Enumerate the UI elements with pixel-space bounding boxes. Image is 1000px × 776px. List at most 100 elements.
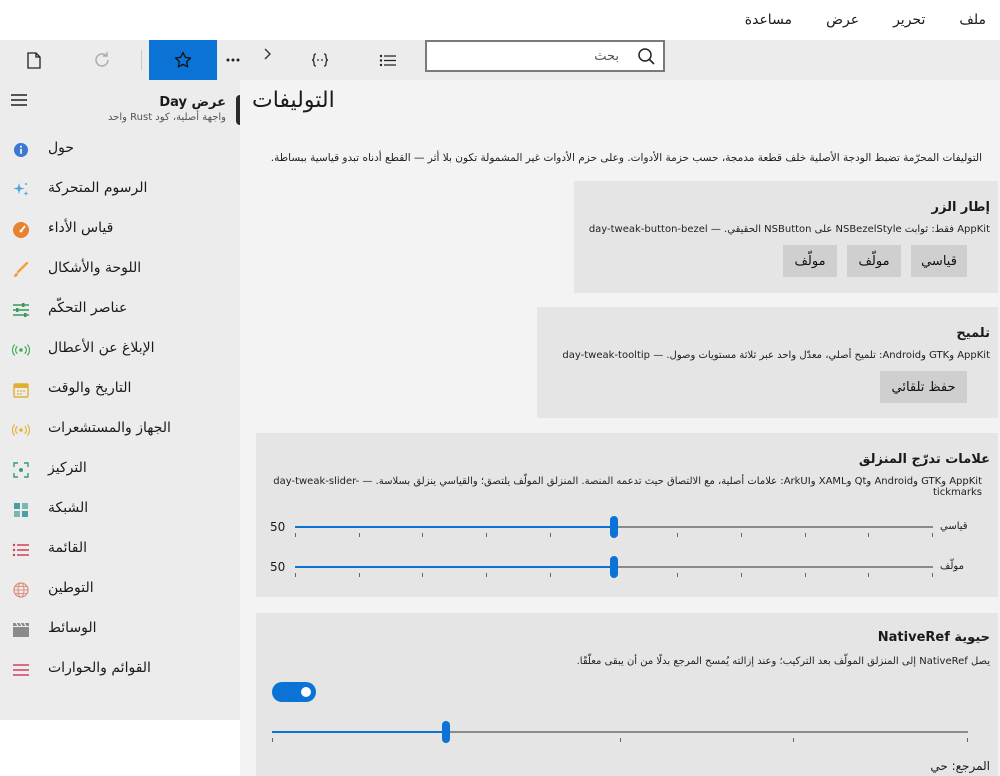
broadcast-icon: [12, 341, 30, 359]
sliders-icon: [12, 301, 30, 319]
sidebar-item-label: القائمة: [48, 540, 87, 556]
nativeref-slider[interactable]: [272, 720, 968, 744]
slider-remaining-track: [614, 566, 933, 568]
standard-button[interactable]: قياسي: [911, 245, 967, 277]
sidebar-item-7[interactable]: الجهاز والمستشعرات: [0, 410, 240, 450]
sidebar-item-3[interactable]: اللوحة والأشكال: [0, 250, 240, 290]
slider-tick: [677, 573, 679, 577]
search-icon[interactable]: [629, 42, 663, 70]
nativeref-title: حيوية NativeRef: [877, 630, 990, 645]
hamburger-menu-icon[interactable]: [10, 92, 30, 108]
ref-status-label: المرجع: حي: [930, 759, 990, 773]
refresh-icon: [95, 52, 109, 67]
new-document-button[interactable]: [14, 40, 54, 80]
back-button[interactable]: [256, 34, 278, 74]
more-icon: [226, 58, 240, 62]
nativeref-description: يصل NativeRef إلى المنزلق المولّف بعد ال…: [576, 656, 990, 667]
tweaked-slider-value: 50: [270, 560, 286, 574]
sidebar-item-1[interactable]: الرسوم المتحركة: [0, 170, 240, 210]
sidebar-item-4[interactable]: عناصر التحكّم: [0, 290, 240, 330]
slider-tick: [868, 533, 870, 537]
tweaked-slider-row: 50 مولّف: [270, 555, 970, 579]
slider-tick: [295, 573, 296, 577]
slider-tick: [740, 533, 742, 537]
sidebar-item-2[interactable]: قياس الأداء: [0, 210, 240, 250]
app-title: عرض Day: [159, 95, 226, 110]
menu-help[interactable]: مساعدة: [739, 12, 798, 28]
sidebar-item-0[interactable]: حول: [0, 130, 240, 170]
focus-icon: [12, 461, 30, 479]
tweaked-button-1[interactable]: مولّف: [847, 245, 901, 277]
sidebar-item-label: اللوحة والأشكال: [48, 260, 142, 276]
slider-tick: [549, 533, 551, 537]
info-icon: [12, 141, 30, 159]
menu-file[interactable]: ملف: [953, 12, 992, 28]
sidebar-item-12[interactable]: الوسائط: [0, 610, 240, 650]
refresh-button[interactable]: [82, 40, 122, 80]
favorite-button[interactable]: [149, 40, 217, 80]
sidebar-item-label: الشبكة: [48, 500, 89, 516]
menu-bar: ملف تحرير عرض مساعدة: [0, 0, 1000, 40]
search-input[interactable]: [427, 42, 629, 70]
slider-tick: [804, 573, 806, 577]
slider-thumb[interactable]: [610, 556, 618, 578]
standard-slider[interactable]: [295, 515, 933, 539]
sidebar-item-label: التاريخ والوقت: [48, 380, 132, 396]
sidebar-item-label: الإبلاغ عن الأعطال: [48, 340, 155, 356]
tweaked-slider-label: مولّف: [940, 561, 964, 572]
slider-tickmarks-card: علامات تدرّج المنزلق AppKit وGTK وAndroi…: [256, 433, 998, 597]
page-title: التوليفات: [252, 88, 335, 113]
standard-slider-label: قياسي: [940, 521, 968, 532]
menu-view[interactable]: عرض: [820, 12, 865, 28]
tweaked-button-2[interactable]: مولّف: [783, 245, 837, 277]
slider-tick: [932, 573, 933, 577]
slider-tick: [619, 738, 621, 742]
sidebar-item-label: الوسائط: [48, 620, 97, 636]
search-box[interactable]: [425, 40, 665, 72]
sidebar-item-label: الجهاز والمستشعرات: [48, 420, 171, 436]
chevron-right-icon: [264, 48, 271, 60]
app-subtitle: واجهة أصلية، كود Rust واحد: [107, 112, 226, 123]
more-button[interactable]: [218, 40, 248, 80]
bulleted-list-icon: [379, 54, 396, 66]
slider-tick: [295, 533, 296, 537]
sidebar-item-10[interactable]: القائمة: [0, 530, 240, 570]
tweaked-slider[interactable]: [295, 555, 933, 579]
nativeref-toggle[interactable]: [272, 682, 316, 702]
sidebar-item-5[interactable]: الإبلاغ عن الأعطال: [0, 330, 240, 370]
slider-tick: [358, 533, 360, 537]
globe-icon: [12, 581, 30, 599]
slider-tick: [804, 533, 806, 537]
sidebar: عرض Day واجهة أصلية، كود Rust واحد حول ال…: [0, 80, 244, 720]
sidebar-item-label: حول: [48, 140, 75, 156]
slider-filled-track: [295, 566, 614, 568]
standard-slider-row: 50 قياسي: [270, 515, 970, 539]
slider-tick: [422, 533, 424, 537]
slider-tick: [793, 738, 795, 742]
slider-description: AppKit وGTK وAndroid وQt وXAML وArkUI: ع…: [273, 476, 982, 498]
slider-remaining-track: [614, 526, 933, 528]
sidebar-item-label: قياس الأداء: [48, 220, 114, 236]
slider-tick: [358, 573, 360, 577]
menu-edit[interactable]: تحرير: [887, 12, 931, 28]
sidebar-item-label: التوطين: [48, 580, 94, 596]
bezel-description: AppKit فقط: ثوابت NSBezelStyle على NSBut…: [588, 224, 990, 235]
sidebar-item-11[interactable]: التوطين: [0, 570, 240, 610]
toolbar-separator: [141, 50, 142, 70]
sensor-icon: [12, 421, 30, 439]
sidebar-item-label: الرسوم المتحركة: [48, 180, 148, 196]
slider-thumb[interactable]: [610, 516, 618, 538]
code-button[interactable]: [302, 40, 338, 80]
slider-filled-track: [295, 526, 614, 528]
list-view-button[interactable]: [370, 40, 406, 80]
sidebar-item-6[interactable]: التاريخ والوقت: [0, 370, 240, 410]
sidebar-item-13[interactable]: القوائم والحوارات: [0, 650, 240, 690]
sidebar-item-9[interactable]: الشبكة: [0, 490, 240, 530]
toggle-knob: [301, 687, 311, 697]
slider-tick: [967, 738, 968, 742]
sidebar-item-8[interactable]: التركيز: [0, 450, 240, 490]
nativeref-card: حيوية NativeRef يصل NativeRef إلى المنزل…: [256, 613, 998, 776]
autosave-button[interactable]: حفظ تلقائي: [880, 371, 967, 403]
slider-thumb[interactable]: [442, 721, 450, 743]
sidebar-item-label: التركيز: [48, 460, 87, 476]
